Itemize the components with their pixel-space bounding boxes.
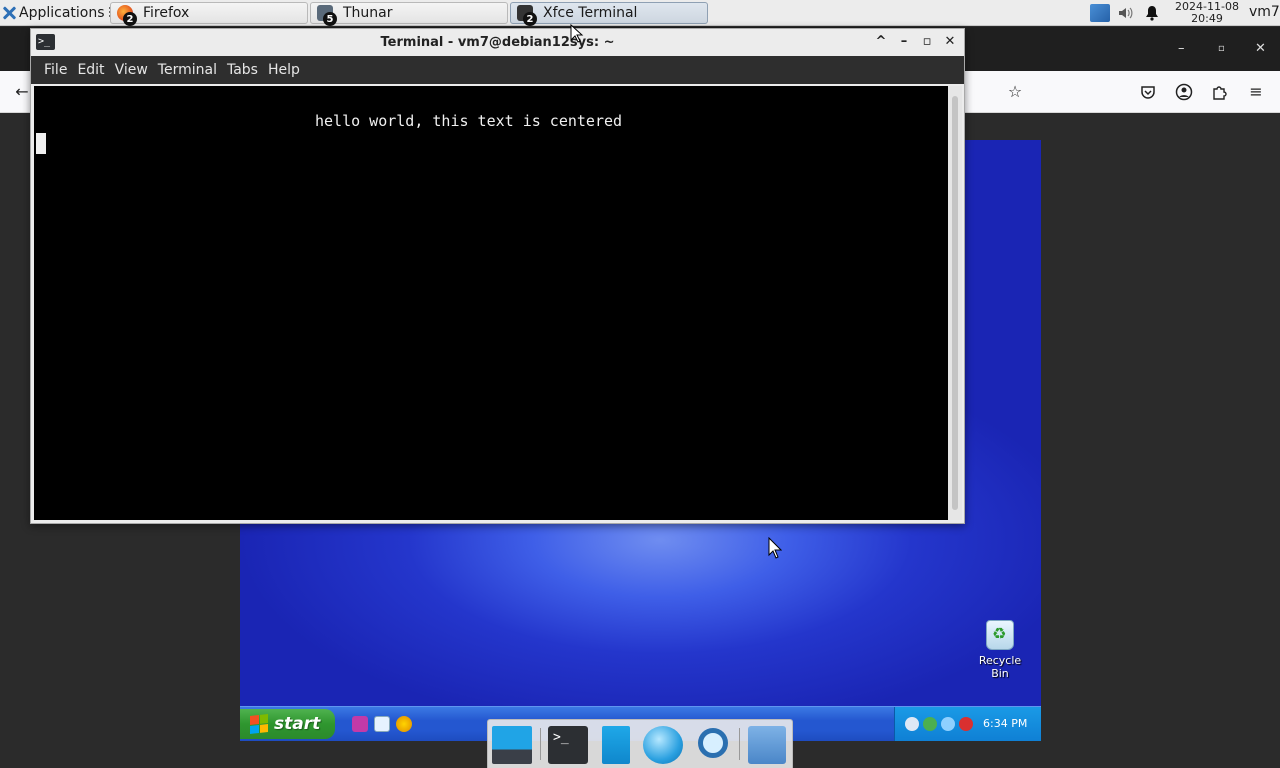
pocket-icon[interactable] (1137, 81, 1159, 103)
window-title: Terminal - vm7@debian12sys: ~ (380, 35, 615, 50)
shade-icon[interactable]: ^ (872, 33, 890, 51)
applications-label: Applications (19, 5, 105, 21)
recycle-bin-label: Recycle Bin (978, 654, 1022, 680)
start-label: start (274, 714, 321, 734)
clock-time: 20:49 (1191, 12, 1223, 25)
xp-system-tray: 6:34 PM (894, 707, 1041, 741)
terminal-icon[interactable]: >_ (548, 726, 588, 764)
terminal-output[interactable]: hello world, this text is centered (34, 86, 948, 520)
terminal-scrollbar[interactable] (948, 86, 962, 520)
xp-tray-clock[interactable]: 6:34 PM (983, 717, 1027, 730)
network-icon[interactable] (1090, 4, 1110, 22)
window-count-badge: 2 (523, 12, 537, 26)
recycle-bin-icon (986, 620, 1014, 650)
taskbar-button-terminal[interactable]: 2 Xfce Terminal (510, 2, 708, 26)
dock-separator (540, 728, 541, 760)
start-button[interactable]: start (240, 709, 335, 739)
file-manager-icon[interactable] (602, 726, 630, 764)
xfce-logo-icon (2, 6, 16, 20)
volume-icon[interactable] (1117, 4, 1135, 26)
taskbar-label: Firefox (143, 5, 190, 21)
terminal-window[interactable]: >_ Terminal - vm7@debian12sys: ~ ^ – ▫ ✕… (30, 28, 965, 524)
tray-network-icon[interactable] (923, 717, 937, 731)
menu-terminal[interactable]: Terminal (153, 62, 222, 78)
minimize-icon[interactable]: – (895, 33, 913, 51)
thunar-icon: 5 (317, 5, 337, 26)
web-browser-icon[interactable] (643, 726, 683, 764)
taskbar-button-firefox[interactable]: 2 Firefox (110, 2, 308, 26)
terminal-menubar: File Edit View Terminal Tabs Help (31, 56, 964, 84)
minimize-icon[interactable]: – (1178, 41, 1185, 56)
quick-launch (352, 716, 412, 732)
restore-icon[interactable]: ▫ (1218, 43, 1225, 54)
menu-view[interactable]: View (110, 62, 153, 78)
tray-windows-icon[interactable] (941, 717, 955, 731)
window-count-badge: 5 (323, 12, 337, 26)
taskbar-label: Thunar (343, 5, 393, 21)
menu-help[interactable]: Help (263, 62, 305, 78)
close-icon[interactable]: ✕ (1255, 41, 1266, 56)
applications-menu[interactable]: Applications (2, 2, 111, 24)
app-finder-icon[interactable] (698, 728, 728, 758)
explorer-icon[interactable] (374, 716, 390, 732)
account-icon[interactable] (1173, 81, 1195, 103)
menu-edit[interactable]: Edit (72, 62, 109, 78)
taskbar-label: Xfce Terminal (543, 5, 638, 21)
menu-tabs[interactable]: Tabs (222, 62, 263, 78)
tray-security-icon[interactable] (959, 717, 973, 731)
recycle-bin[interactable]: Recycle Bin (970, 620, 1030, 680)
bookmark-star-icon[interactable]: ☆ (1004, 81, 1026, 103)
notification-bell-icon[interactable] (1144, 5, 1160, 25)
terminal-titlebar[interactable]: >_ Terminal - vm7@debian12sys: ~ ^ – ▫ ✕ (31, 29, 964, 56)
show-desktop-icon[interactable] (492, 726, 532, 764)
maximize-icon[interactable]: ▫ (918, 33, 936, 51)
taskbar-button-thunar[interactable]: 5 Thunar (310, 2, 508, 26)
text-cursor (36, 133, 46, 154)
top-panel: Applications 2 Firefox 5 Thunar 2 Xfce T… (0, 0, 1280, 26)
menu-file[interactable]: File (39, 62, 72, 78)
messenger-icon[interactable] (352, 716, 368, 732)
user-menu[interactable]: vm7 (1249, 4, 1280, 20)
terminal-icon: 2 (517, 5, 537, 26)
media-player-icon[interactable] (396, 716, 412, 732)
window-count-badge: 2 (123, 12, 137, 26)
panel-clock[interactable]: 2024-11-08 20:49 (1174, 1, 1240, 25)
firefox-icon: 2 (117, 5, 137, 26)
close-icon[interactable]: ✕ (941, 33, 959, 51)
menu-icon[interactable]: ≡ (1245, 81, 1267, 103)
dock-separator (739, 728, 740, 760)
extensions-icon[interactable] (1209, 81, 1231, 103)
output-line: hello world, this text is centered (315, 112, 623, 130)
tray-app-icon[interactable] (905, 717, 919, 731)
home-folder-icon[interactable] (748, 726, 786, 764)
dock: >_ (487, 719, 793, 768)
scrollbar-thumb[interactable] (952, 96, 958, 510)
windows-flag-icon (250, 714, 268, 734)
